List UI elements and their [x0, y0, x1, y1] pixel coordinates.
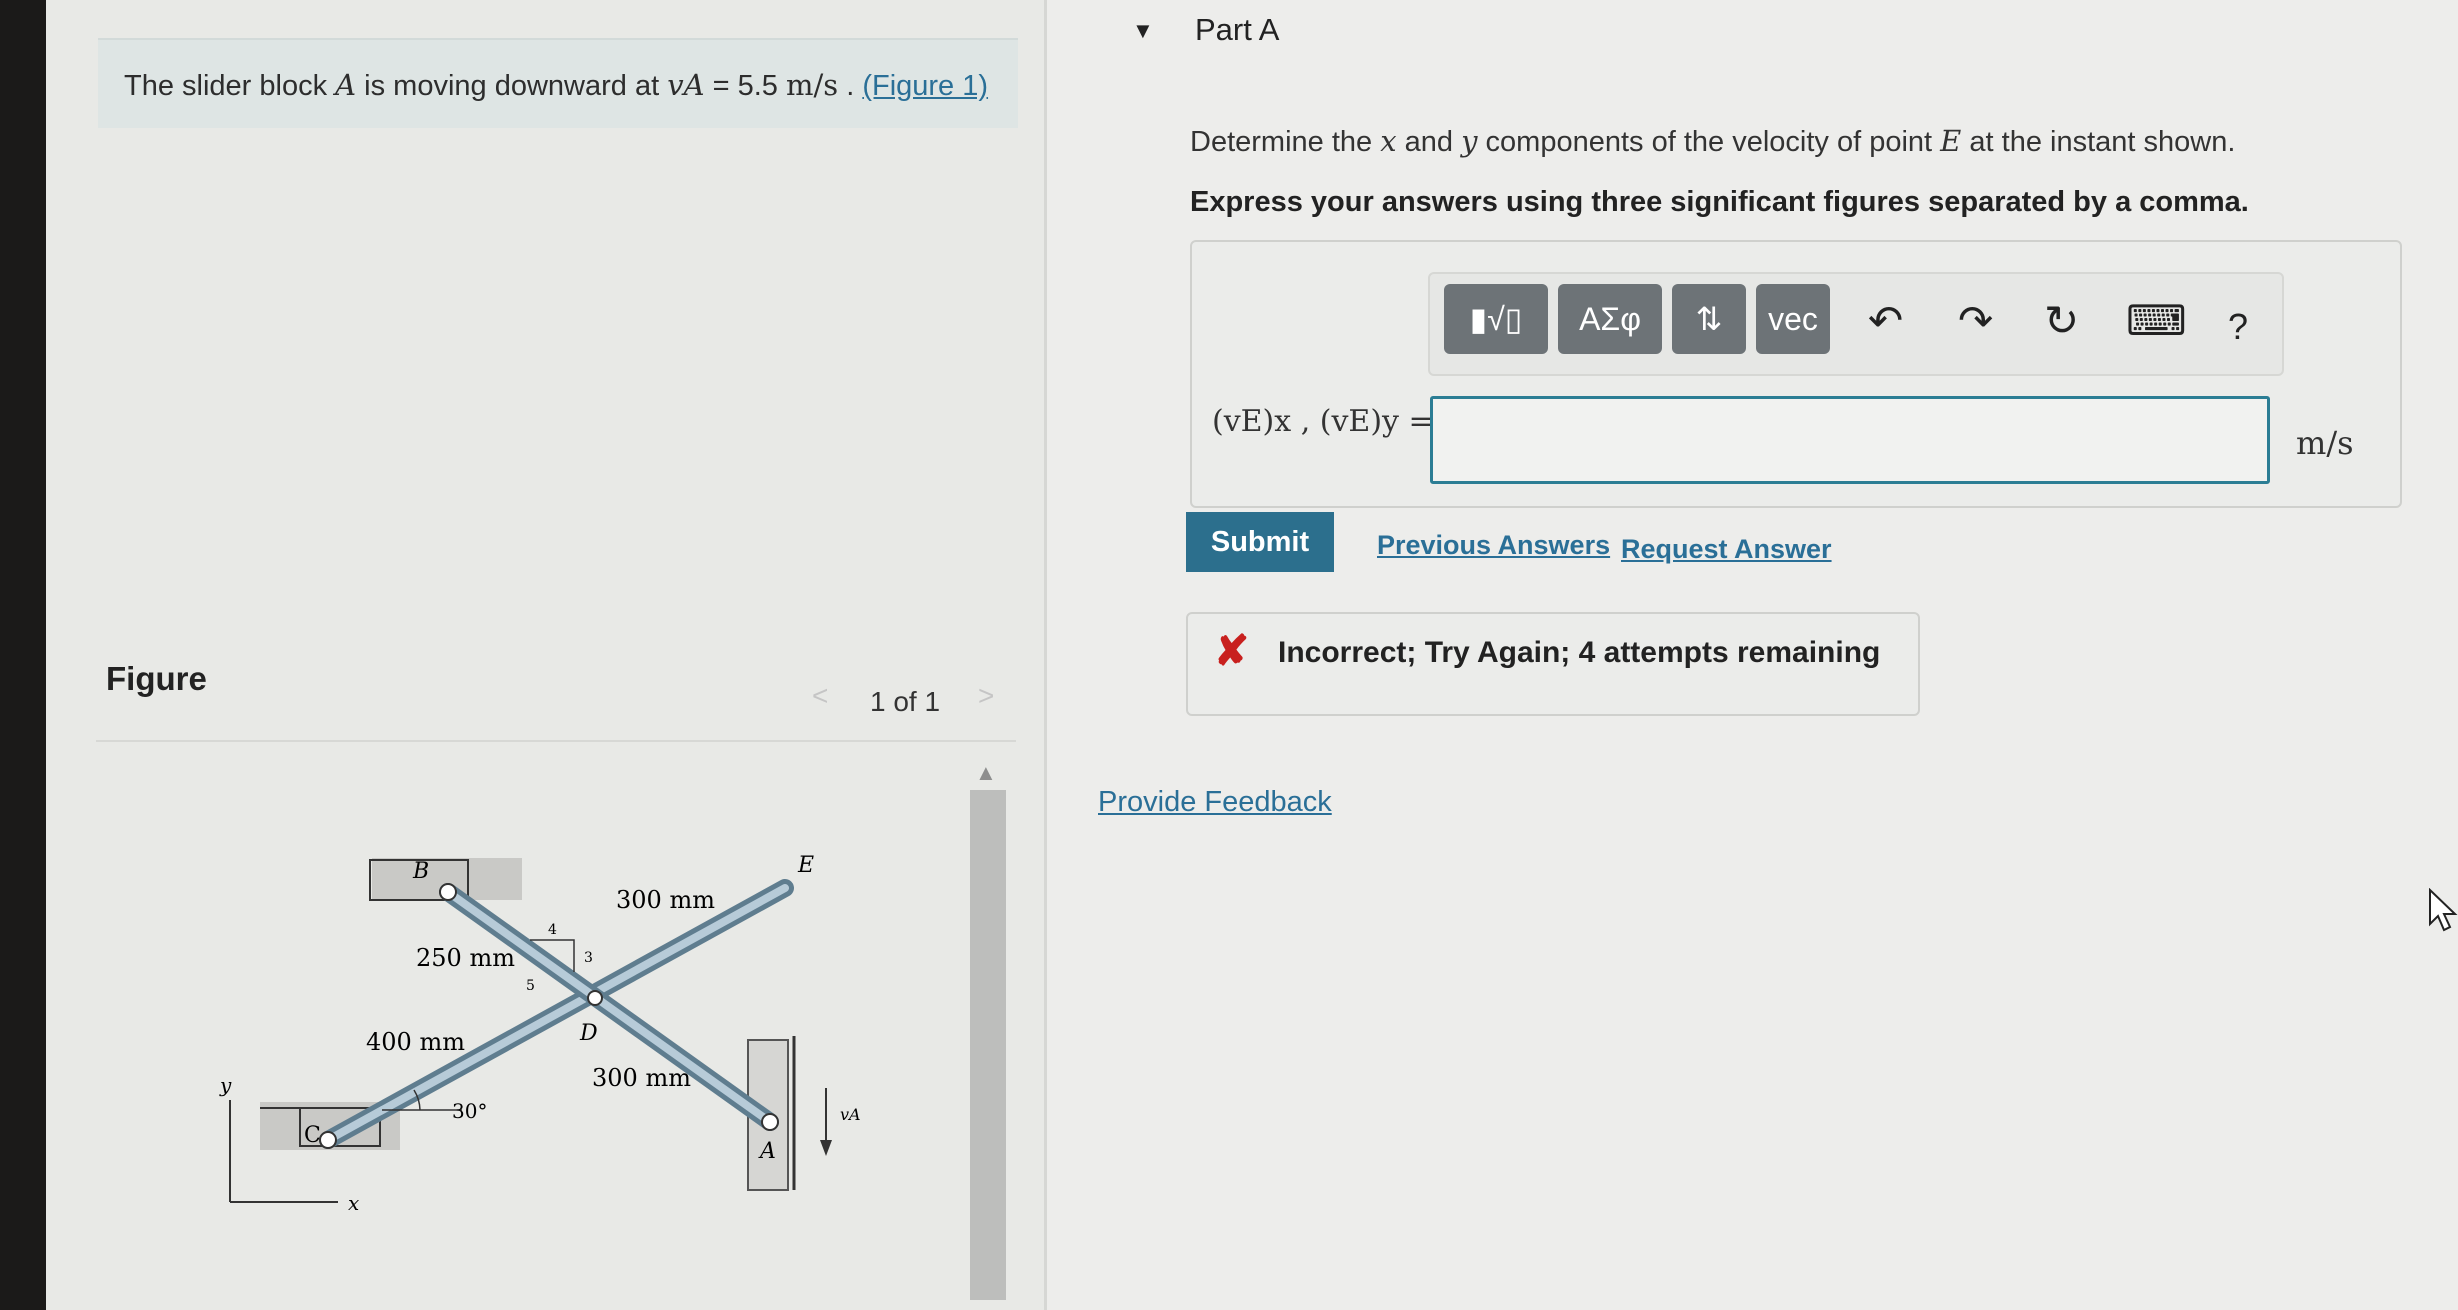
figure-link[interactable]: (Figure 1) — [862, 70, 988, 102]
figure-count: 1 of 1 — [870, 686, 941, 717]
undo-icon[interactable]: ↶ — [1868, 300, 1903, 342]
redo-icon[interactable]: ↷ — [1958, 300, 1993, 342]
question-point-e: E — [1940, 124, 1962, 158]
question-post: at the instant shown. — [1969, 126, 2236, 158]
part-collapse-icon[interactable]: ▼ — [1132, 18, 1154, 44]
submit-button[interactable]: Submit — [1186, 512, 1334, 572]
request-answer-link[interactable]: Request Answer — [1621, 534, 1832, 565]
label-x-axis: x — [348, 1191, 359, 1215]
label-b: B — [412, 859, 429, 884]
mechanism-diagram: B C D E A y x vA 300 mm 250 mm 400 mm 30… — [219, 853, 861, 1215]
label-300-top: 300 mm — [616, 886, 715, 914]
feedback-message: Incorrect; Try Again; 4 attempts remaini… — [1278, 636, 1881, 669]
label-a: A — [758, 1139, 776, 1164]
help-button[interactable]: ? — [2228, 306, 2248, 348]
provide-feedback-link[interactable]: Provide Feedback — [1098, 786, 1332, 819]
velocity-unit: m/s — [785, 68, 839, 102]
label-slope-3: 3 — [584, 950, 593, 966]
figure-scroll-up-icon[interactable]: ▲ — [975, 760, 997, 786]
label-e: E — [797, 853, 814, 878]
question-y-var: y — [1461, 124, 1478, 158]
velocity-value: = 5.5 — [712, 70, 778, 102]
question-and: and — [1404, 126, 1454, 158]
previous-answers-link[interactable]: Previous Answers — [1377, 530, 1610, 561]
greek-symbols-button[interactable]: ΑΣφ — [1558, 284, 1662, 354]
mouse-cursor-icon — [2429, 888, 2458, 932]
pin-c — [319, 1131, 337, 1149]
part-title[interactable]: Part A — [1195, 12, 1279, 48]
label-slope-5: 5 — [526, 978, 535, 994]
pin-a — [761, 1113, 779, 1131]
problem-var-a: A — [335, 68, 357, 102]
label-d: D — [579, 1021, 598, 1046]
label-250: 250 mm — [416, 944, 515, 972]
question-pre: Determine the — [1190, 126, 1373, 158]
figure-prev-button[interactable]: < — [812, 680, 828, 712]
problem-statement: The slider block A is moving downward at… — [98, 38, 1018, 128]
problem-text-mid: is moving downward at — [364, 70, 660, 102]
velocity-symbol: vA — [667, 68, 705, 102]
vector-button[interactable]: vec — [1756, 284, 1830, 354]
label-c: C — [304, 1123, 321, 1148]
figure-divider — [96, 740, 1016, 742]
pin-b — [439, 883, 457, 901]
question-text: Determine the x and y components of the … — [1190, 124, 2235, 159]
window-edge — [0, 0, 46, 1310]
velocity-arrowhead — [820, 1140, 832, 1156]
problem-period: . — [846, 70, 855, 102]
label-y-axis: y — [219, 1073, 232, 1097]
label-300-bottom: 300 mm — [592, 1064, 691, 1092]
reset-icon[interactable]: ↻ — [2044, 300, 2079, 342]
figure-heading: Figure — [106, 660, 207, 697]
label-angle: 30° — [452, 1099, 487, 1123]
pin-d — [587, 990, 603, 1006]
answer-input[interactable] — [1430, 396, 2270, 484]
subscript-superscript-button[interactable]: ⇅ — [1672, 284, 1746, 354]
answer-unit: m/s — [2296, 424, 2354, 462]
templates-button[interactable]: ▮√▯ — [1444, 284, 1548, 354]
question-mid: components of the velocity of point — [1485, 126, 1933, 158]
incorrect-icon: ✘ — [1214, 627, 1250, 674]
figure-scrollbar[interactable] — [970, 790, 1006, 1300]
label-400: 400 mm — [366, 1028, 465, 1056]
question-x-var: x — [1380, 124, 1397, 158]
label-slope-4: 4 — [548, 922, 557, 938]
label-va: vA — [840, 1105, 861, 1124]
keyboard-icon[interactable]: ⌨ — [2126, 300, 2187, 342]
figure-next-button[interactable]: > — [978, 680, 994, 712]
answer-variable-label: (vE)x , (vE)y = — [1212, 404, 1434, 439]
instruction-text: Express your answers using three signifi… — [1190, 186, 2249, 218]
problem-text-before: The slider block — [124, 70, 328, 102]
